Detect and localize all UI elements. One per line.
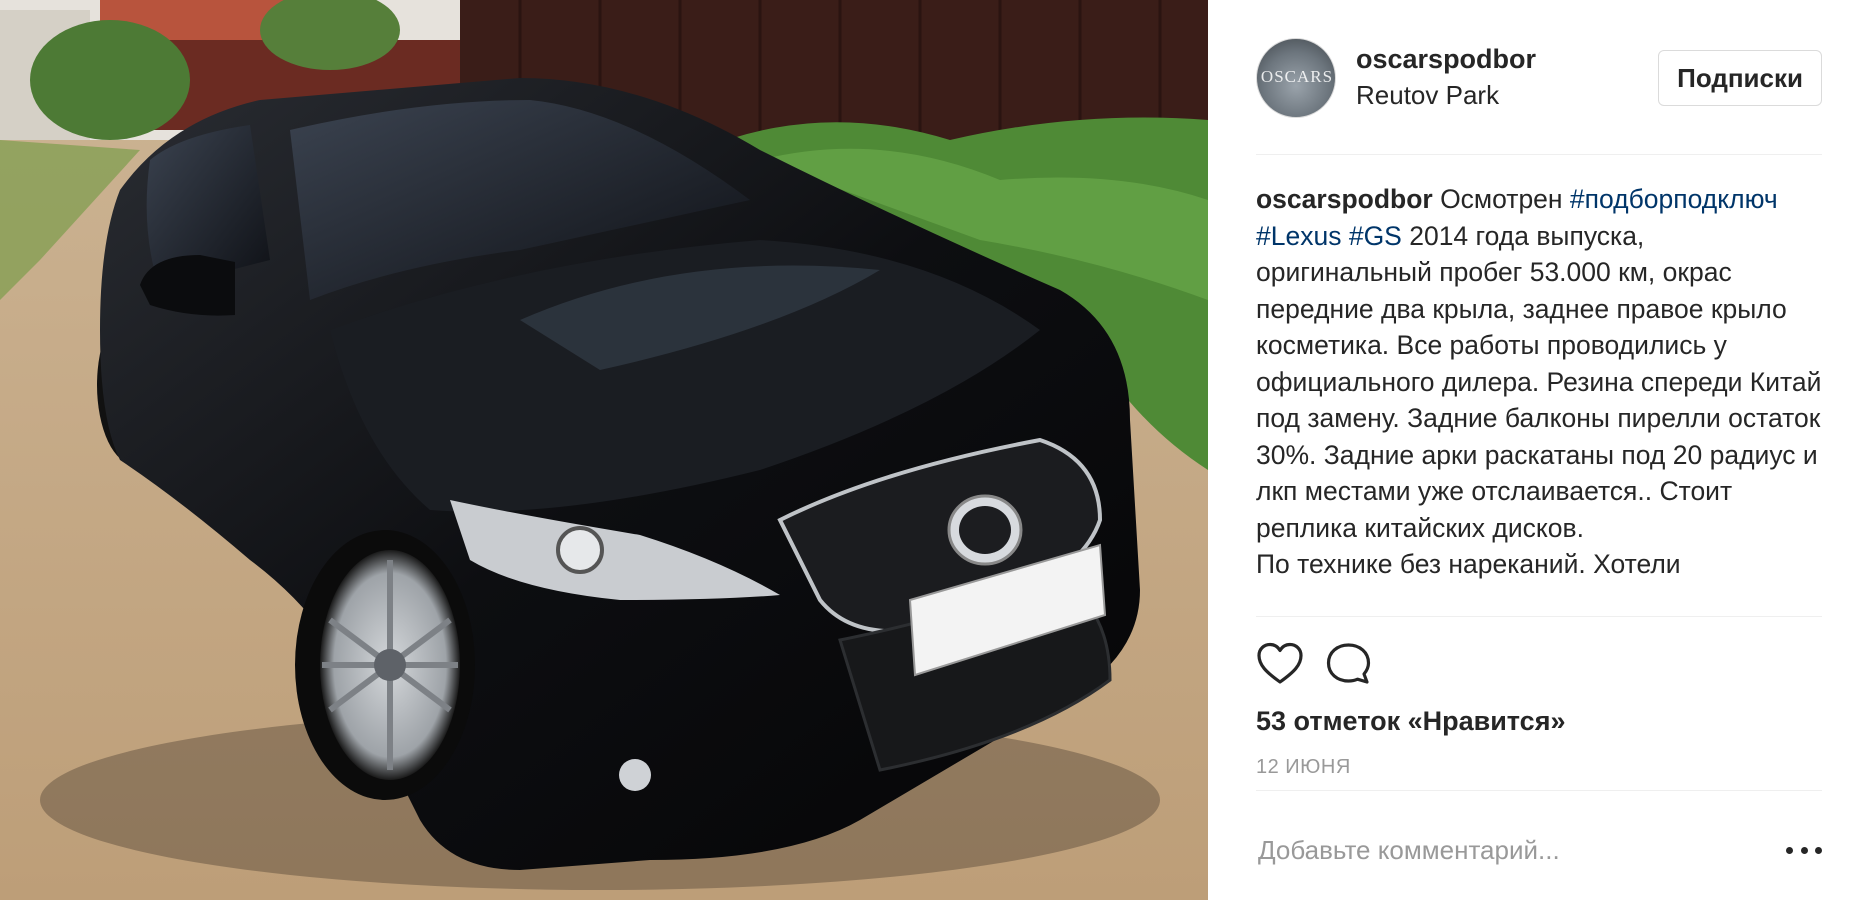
- likes-count[interactable]: 53 отметок «Нравится»: [1256, 706, 1565, 737]
- header-divider: [1256, 154, 1822, 155]
- post-photo[interactable]: [0, 0, 1208, 900]
- post-details-panel: OSCARS oscarspodbor Reutov Park Подписки…: [1208, 0, 1870, 900]
- hashtag-link[interactable]: #подборподключ: [1570, 184, 1778, 214]
- author-username[interactable]: oscarspodbor: [1356, 44, 1536, 75]
- caption-scroll-area[interactable]: oscarspodbor Осмотрен #подборподключ #Le…: [1256, 181, 1822, 611]
- caption-username[interactable]: oscarspodbor: [1256, 184, 1433, 214]
- caption-divider: [1256, 616, 1822, 617]
- caption-text-start: Осмотрен: [1432, 184, 1570, 214]
- caption-text-body: 2014 года выпуска, оригинальный пробег 5…: [1256, 220, 1822, 580]
- avatar-logo-text: OSCARS: [1260, 67, 1334, 86]
- add-comment-input[interactable]: [1258, 830, 1728, 870]
- following-button[interactable]: Подписки: [1658, 50, 1822, 106]
- heart-icon[interactable]: [1256, 640, 1304, 688]
- post-location[interactable]: Reutov Park: [1356, 80, 1499, 111]
- post-caption: oscarspodbor Осмотрен #подборподключ #Le…: [1256, 181, 1822, 583]
- ellipsis-dot: [1800, 846, 1808, 854]
- comment-divider: [1256, 790, 1822, 791]
- post-actions: [1256, 640, 1456, 688]
- comment-bubble-icon[interactable]: [1324, 640, 1372, 688]
- hashtag-link[interactable]: #GS: [1349, 221, 1402, 251]
- post-date[interactable]: 12 ИЮНЯ: [1256, 756, 1351, 779]
- ellipsis-icon[interactable]: [1786, 836, 1822, 864]
- hashtag-link[interactable]: #Lexus: [1256, 221, 1341, 251]
- car-photo-illustration: [0, 0, 1208, 900]
- avatar[interactable]: OSCARS: [1256, 38, 1336, 118]
- ellipsis-dot: [1786, 846, 1793, 854]
- post-header: OSCARS oscarspodbor Reutov Park Подписки: [1256, 36, 1822, 120]
- ellipsis-dot: [1815, 846, 1822, 854]
